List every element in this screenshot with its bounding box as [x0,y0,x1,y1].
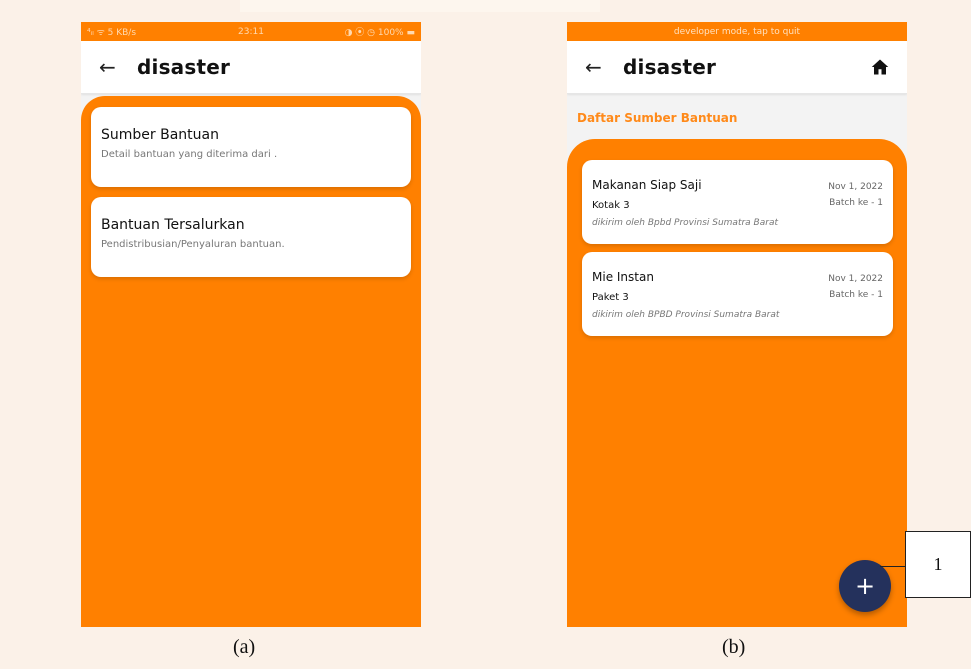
section-title: Daftar Sumber Bantuan [577,111,738,125]
screen-a: ⁴ᵢₗ ᯤ 5 KB/s 23:11 ◑ ⦿ ◷ 100% ▬ ← disast… [81,22,421,627]
callout-line [880,566,906,567]
arrow-left-icon[interactable]: ← [99,55,137,79]
status-battery: ◑ ⦿ ◷ 100% ▬ [344,28,415,38]
arrow-left-icon[interactable]: ← [585,55,623,79]
status-bar: ⁴ᵢₗ ᯤ 5 KB/s 23:11 ◑ ⦿ ◷ 100% ▬ [81,22,421,41]
item-name: Mie Instan [592,270,654,284]
top-strip [240,0,600,12]
screen-b: developer mode, tap to quit ← disaster D… [567,22,907,627]
status-time: 23:11 [238,26,264,37]
list-item[interactable]: Makanan Siap Saji Kotak 3 dikirim oleh B… [582,160,893,244]
item-batch: Batch ke - 1 [829,290,883,300]
item-quantity: Kotak 3 [592,200,630,211]
menu-card-description: Pendistribusian/Penyaluran bantuan. [101,239,285,250]
menu-card-bantuan-tersalurkan[interactable]: Bantuan Tersalurkan Pendistribusian/Peny… [91,197,411,277]
page-title: disaster [623,55,717,79]
item-date: Nov 1, 2022 [828,182,883,192]
status-network: ⁴ᵢₗ ᯤ 5 KB/s [87,28,137,38]
add-button[interactable]: + [839,560,891,612]
app-bar: ← disaster [567,41,907,94]
item-batch: Batch ke - 1 [829,198,883,208]
item-sender: dikirim oleh BPBD Provinsi Sumatra Barat [592,310,780,320]
caption-b: (b) [722,636,746,658]
app-bar: ← disaster [81,41,421,94]
menu-card-title: Sumber Bantuan [101,127,219,143]
caption-a: (a) [233,636,256,658]
developer-mode-banner[interactable]: developer mode, tap to quit [567,22,907,41]
plus-icon: + [854,572,876,600]
menu-card-description: Detail bantuan yang diterima dari . [101,149,278,160]
list-item[interactable]: Mie Instan Paket 3 dikirim oleh BPBD Pro… [582,252,893,336]
item-sender: dikirim oleh Bpbd Provinsi Sumatra Barat [592,218,778,228]
menu-card-sumber-bantuan[interactable]: Sumber Bantuan Detail bantuan yang diter… [91,107,411,187]
item-date: Nov 1, 2022 [828,274,883,284]
page-title: disaster [137,55,231,79]
menu-card-title: Bantuan Tersalurkan [101,217,245,233]
item-quantity: Paket 3 [592,292,629,303]
content-panel: Makanan Siap Saji Kotak 3 dikirim oleh B… [567,139,907,627]
item-name: Makanan Siap Saji [592,178,702,192]
home-icon[interactable] [871,58,889,76]
content-panel: Sumber Bantuan Detail bantuan yang diter… [81,96,421,627]
callout-label: 1 [905,531,971,598]
